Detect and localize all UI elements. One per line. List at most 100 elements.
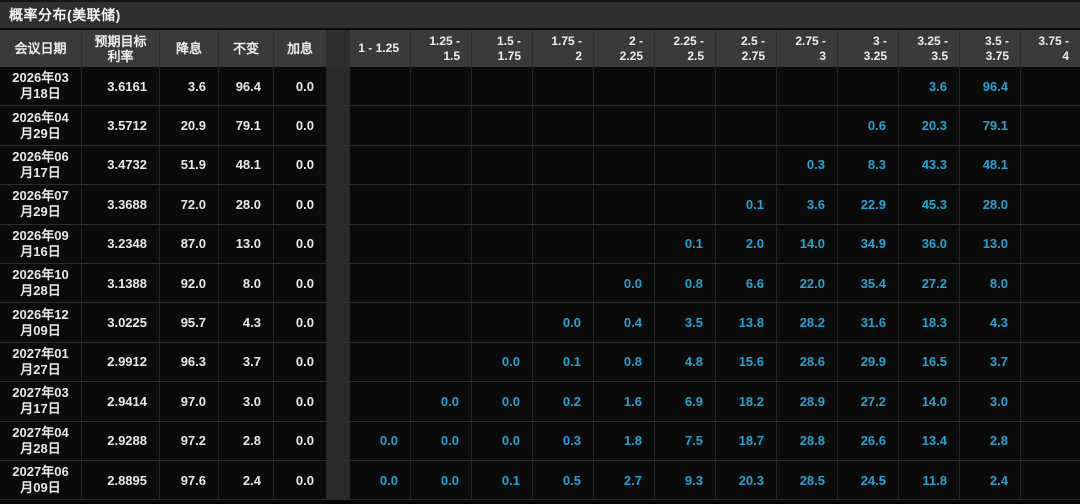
cell-cut-prob: 96.3 — [160, 342, 219, 383]
col-header-rate-hike: 加息 — [274, 30, 327, 67]
cell-range-prob-6 — [716, 106, 777, 146]
cell-range-prob-10: 2.8 — [960, 421, 1021, 461]
cell-range-prob-8: 34.9 — [838, 224, 899, 264]
cell-range-prob-0 — [350, 106, 411, 146]
cell-range-prob-7 — [777, 106, 838, 146]
cell-range-prob-4 — [594, 185, 655, 225]
table-row[interactable]: 2026年10 月28日 3.1388 92.0 8.0 0.0 0.0 0.8 6.6 22.0… — [0, 263, 1080, 304]
cell-range-prob-0: 0.0 — [350, 460, 411, 501]
cell-range-prob-10: 48.1 — [960, 145, 1021, 186]
col-header-range-9: 3.25 -3.5 — [899, 30, 960, 67]
cell-target-rate: 3.2348 — [82, 224, 160, 264]
cell-separator — [327, 303, 350, 343]
cell-range-prob-0 — [350, 185, 411, 225]
cell-meeting-date: 2027年01 月27日 — [0, 342, 82, 383]
cell-range-prob-1: 0.0 — [411, 382, 472, 422]
cell-hike-prob: 0.0 — [274, 185, 327, 225]
cell-target-rate: 2.9414 — [82, 382, 160, 422]
cell-hold-prob: 8.0 — [219, 263, 274, 304]
cell-range-prob-7: 22.0 — [777, 263, 838, 304]
cell-range-prob-8: 8.3 — [838, 145, 899, 186]
cell-separator — [327, 67, 350, 107]
cell-range-prob-11 — [1021, 185, 1080, 225]
cell-hike-prob: 0.0 — [274, 460, 327, 501]
cell-range-prob-9: 43.3 — [899, 145, 960, 186]
cell-range-prob-1 — [411, 263, 472, 304]
cell-range-prob-4: 1.6 — [594, 382, 655, 422]
cell-hike-prob: 0.0 — [274, 382, 327, 422]
cell-range-prob-0 — [350, 382, 411, 422]
cell-range-prob-5: 7.5 — [655, 421, 716, 461]
cell-range-prob-6: 2.0 — [716, 224, 777, 264]
cell-range-prob-1 — [411, 185, 472, 225]
cell-range-prob-11 — [1021, 224, 1080, 264]
cell-range-prob-5: 9.3 — [655, 460, 716, 501]
table-row[interactable]: 2026年07 月29日 3.3688 72.0 28.0 0.0 0.1 3.6 22.9 45… — [0, 185, 1080, 225]
cell-range-prob-2 — [472, 106, 533, 146]
cell-target-rate: 2.9912 — [82, 342, 160, 383]
cell-hold-prob: 48.1 — [219, 145, 274, 186]
table-row[interactable]: 2027年06 月09日 2.8895 97.6 2.4 0.0 0.0 0.0 0.1 0.5 2… — [0, 460, 1080, 501]
col-header-range-10: 3.5 -3.75 — [960, 30, 1021, 67]
col-header-rate-cut: 降息 — [160, 30, 219, 67]
cell-target-rate: 2.9288 — [82, 421, 160, 461]
cell-separator — [327, 106, 350, 146]
cell-range-prob-2 — [472, 185, 533, 225]
cell-range-prob-8: 0.6 — [838, 106, 899, 146]
cell-cut-prob: 97.2 — [160, 421, 219, 461]
cell-range-prob-2 — [472, 263, 533, 304]
table-row[interactable]: 2027年03 月17日 2.9414 97.0 3.0 0.0 0.0 0.0 0.2 1.6 6… — [0, 382, 1080, 422]
cell-hike-prob: 0.0 — [274, 106, 327, 146]
cell-range-prob-10: 3.0 — [960, 382, 1021, 422]
cell-range-prob-11 — [1021, 342, 1080, 383]
cell-range-prob-0: 0.0 — [350, 421, 411, 461]
table-row[interactable]: 2026年12 月09日 3.0225 95.7 4.3 0.0 0.0 0.4 3.5 13.8… — [0, 303, 1080, 343]
cell-range-prob-4 — [594, 67, 655, 107]
cell-range-prob-6: 20.3 — [716, 460, 777, 501]
fed-rate-probability-widget: 概率分布(美联储) 会议日期 预期目标 利率 降息 不变 加息 1 - 1.25 1.25 -… — [0, 0, 1080, 504]
table-row[interactable]: 2026年09 月16日 3.2348 87.0 13.0 0.0 0.1 2.0 14.0 34… — [0, 224, 1080, 264]
cell-hold-prob: 13.0 — [219, 224, 274, 264]
cell-hike-prob: 0.0 — [274, 421, 327, 461]
cell-range-prob-8: 31.6 — [838, 303, 899, 343]
cell-range-prob-1 — [411, 342, 472, 383]
table-row[interactable]: 2027年04 月28日 2.9288 97.2 2.8 0.0 0.0 0.0 0.0 0.3 1… — [0, 421, 1080, 461]
cell-meeting-date: 2026年09 月16日 — [0, 224, 82, 264]
cell-range-prob-0 — [350, 263, 411, 304]
cell-range-prob-2 — [472, 303, 533, 343]
cell-range-prob-5 — [655, 185, 716, 225]
cell-target-rate: 3.6161 — [82, 67, 160, 107]
cell-meeting-date: 2026年03 月18日 — [0, 67, 82, 107]
cell-range-prob-2 — [472, 224, 533, 264]
table-row[interactable]: 2026年04 月29日 3.5712 20.9 79.1 0.0 0.6 20.3 79.1 — [0, 106, 1080, 146]
col-header-range-6: 2.5 -2.75 — [716, 30, 777, 67]
table-row[interactable]: 2027年01 月27日 2.9912 96.3 3.7 0.0 0.0 0.1 0.8 4.8 1… — [0, 342, 1080, 383]
cell-separator — [327, 342, 350, 383]
table-row[interactable]: 2026年06 月17日 3.4732 51.9 48.1 0.0 0.3 8.3 43.3 48… — [0, 145, 1080, 186]
cell-target-rate: 3.5712 — [82, 106, 160, 146]
panel-title: 概率分布(美联储) — [9, 7, 121, 23]
cell-separator — [327, 145, 350, 186]
panel-titlebar: 概率分布(美联储) — [0, 2, 1080, 28]
cell-range-prob-6: 18.2 — [716, 382, 777, 422]
table-row[interactable]: 2026年03 月18日 3.6161 3.6 96.4 0.0 3.6 96.4 — [0, 67, 1080, 107]
cell-range-prob-8: 35.4 — [838, 263, 899, 304]
cell-hold-prob: 3.7 — [219, 342, 274, 383]
cell-meeting-date: 2027年03 月17日 — [0, 382, 82, 422]
cell-range-prob-0 — [350, 342, 411, 383]
col-header-meeting-date: 会议日期 — [0, 30, 82, 67]
cell-range-prob-8: 27.2 — [838, 382, 899, 422]
cell-hold-prob: 79.1 — [219, 106, 274, 146]
cell-range-prob-3: 0.0 — [533, 303, 594, 343]
col-header-range-1: 1.25 -1.5 — [411, 30, 472, 67]
cell-range-prob-9: 36.0 — [899, 224, 960, 264]
cell-range-prob-9: 13.4 — [899, 421, 960, 461]
cell-range-prob-1 — [411, 106, 472, 146]
cell-range-prob-3 — [533, 263, 594, 304]
cell-range-prob-7: 28.5 — [777, 460, 838, 501]
cell-range-prob-7: 28.8 — [777, 421, 838, 461]
cell-target-rate: 3.0225 — [82, 303, 160, 343]
cell-range-prob-5: 0.8 — [655, 263, 716, 304]
cell-range-prob-10: 4.3 — [960, 303, 1021, 343]
cell-range-prob-8: 24.5 — [838, 460, 899, 501]
